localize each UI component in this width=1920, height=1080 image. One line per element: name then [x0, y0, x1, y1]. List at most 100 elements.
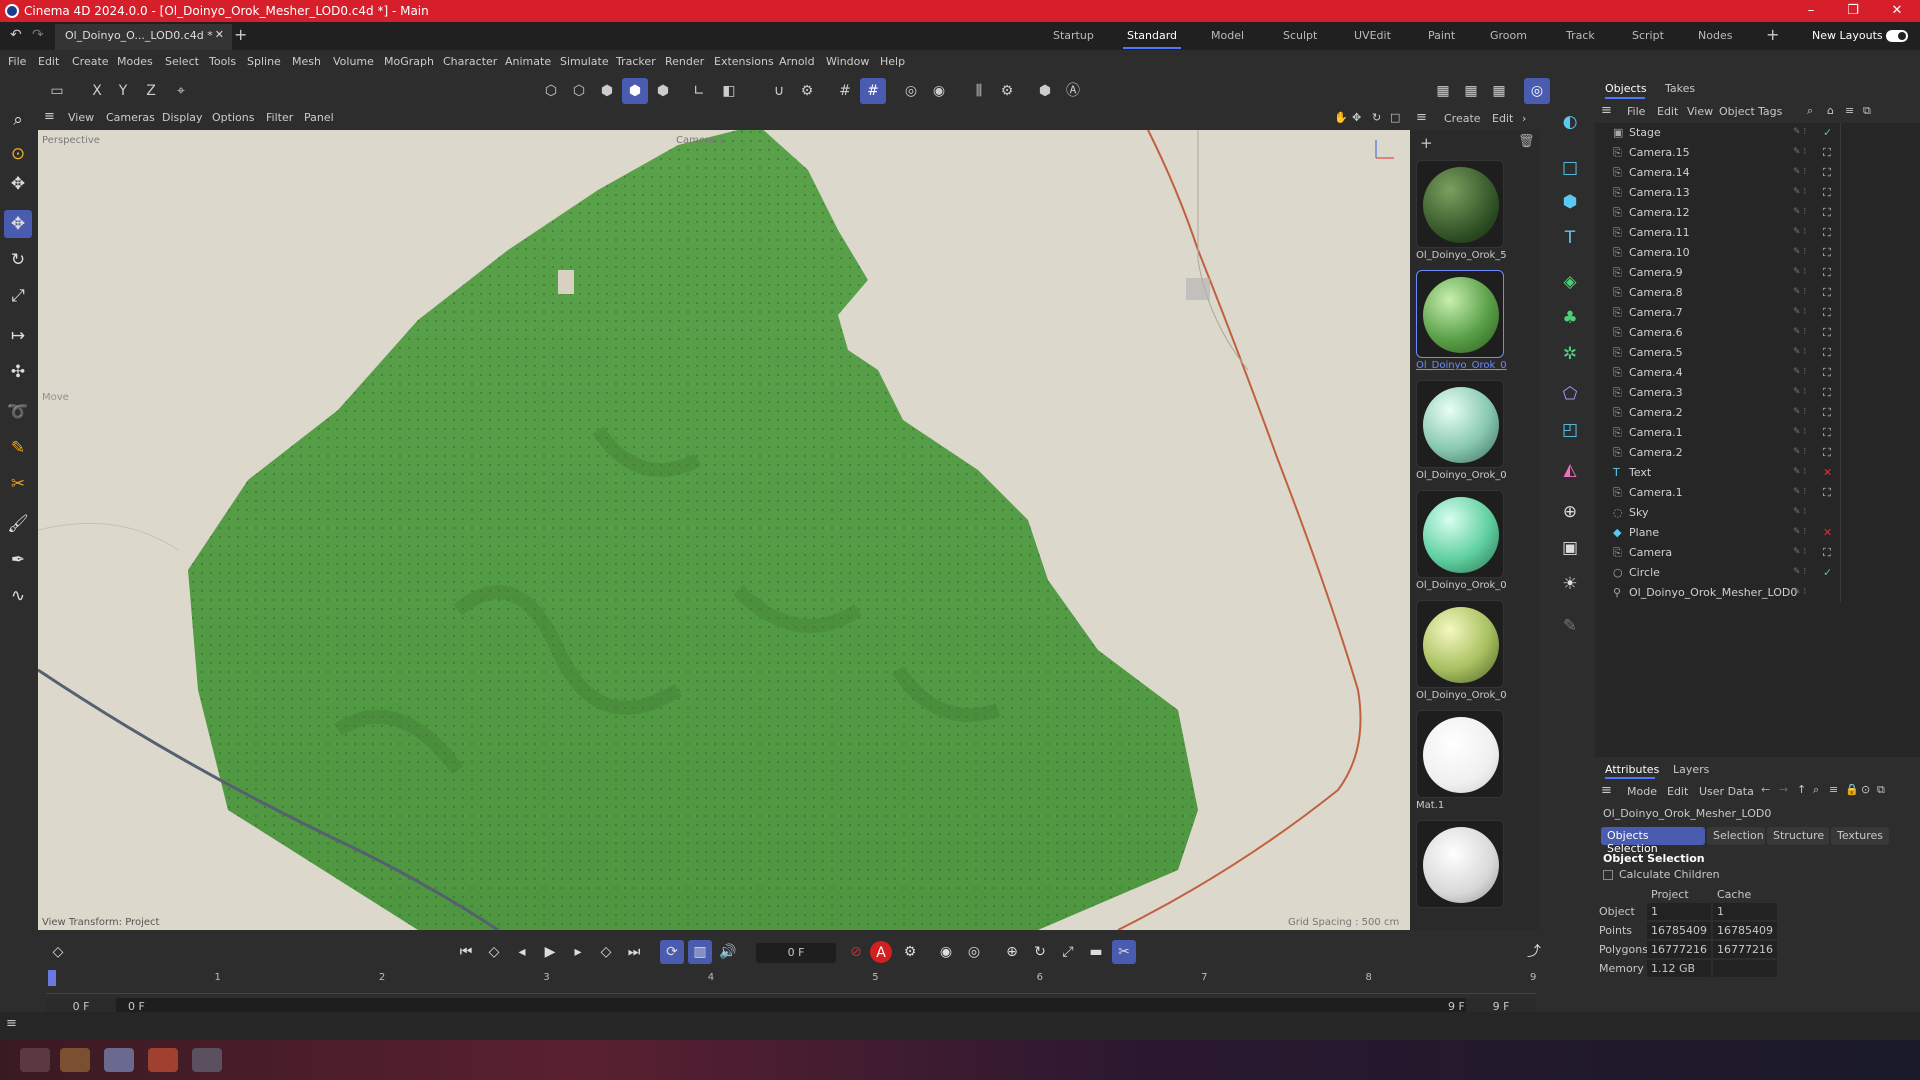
render-pv-icon[interactable]: ▦ — [1458, 78, 1484, 104]
object-tree-row[interactable]: ◆ Plane ✎ ⁝ ✕ — [1595, 523, 1920, 543]
snap-icon[interactable]: ∪ — [766, 78, 792, 104]
spline-tool-icon[interactable]: ✂ — [4, 470, 32, 498]
key-move-icon[interactable]: ⊕ — [1000, 940, 1024, 964]
lasso-icon[interactable]: ➰ — [4, 398, 32, 426]
taskbar-app-icon[interactable] — [60, 1048, 90, 1072]
taskbar-app-icon[interactable] — [20, 1048, 50, 1072]
material-item[interactable] — [1416, 820, 1506, 908]
cube-icon[interactable]: ⬢ — [1556, 188, 1584, 216]
object-tree-row[interactable]: ⎘ Camera.4 ✎ ⁝ ⛶ — [1595, 363, 1920, 383]
rotate-tool-icon[interactable]: ↻ — [4, 246, 32, 274]
visibility-dots-icon[interactable]: ✎ ⁝ — [1793, 387, 1806, 397]
visibility-dots-icon[interactable]: ✎ ⁝ — [1793, 347, 1806, 357]
pen-disabled-icon[interactable]: ✎ — [1556, 612, 1584, 640]
menu-window[interactable]: Window — [826, 55, 869, 68]
object-tree-row[interactable]: ⎘ Camera.9 ✎ ⁝ ⛶ — [1595, 263, 1920, 283]
material-hamburger-icon[interactable]: ≡ — [1416, 110, 1427, 125]
material-menu-create[interactable]: Create — [1444, 112, 1481, 125]
visibility-dots-icon[interactable]: ✎ ⁝ — [1793, 507, 1806, 517]
menu-edit[interactable]: Edit — [38, 55, 59, 68]
key-scale-icon[interactable]: ⤢ — [1056, 940, 1080, 964]
symmetry-icon[interactable]: ⫼ — [966, 78, 992, 104]
obj-menu-view[interactable]: View — [1687, 105, 1713, 118]
visibility-dots-icon[interactable]: ✎ ⁝ — [1793, 427, 1806, 437]
layout-standard[interactable]: Standard — [1122, 29, 1182, 49]
menu-render[interactable]: Render — [665, 55, 704, 68]
next-frame-icon[interactable]: ▸ — [566, 940, 590, 964]
previous-frame-icon[interactable]: ◂ — [510, 940, 534, 964]
visibility-dots-icon[interactable]: ✎ ⁝ — [1793, 567, 1806, 577]
tab-takes[interactable]: Takes — [1665, 82, 1695, 95]
lock-icon[interactable]: 🔒 — [1845, 783, 1859, 796]
symmetry-settings-icon[interactable]: ⚙ — [994, 78, 1020, 104]
viewport-menu-cameras[interactable]: Cameras — [106, 111, 155, 124]
rectangle-spline-icon[interactable]: □ — [1556, 154, 1584, 182]
add-tab-icon[interactable]: + — [234, 25, 247, 44]
material-item[interactable]: Ol_Doinyo_Orok_5 — [1416, 160, 1507, 261]
viewport-menu-display[interactable]: Display — [162, 111, 203, 124]
maximize-viewport-icon[interactable]: □ — [1390, 111, 1400, 124]
key-rotation-icon[interactable]: ◎ — [962, 940, 986, 964]
light-create-icon[interactable]: ☀ — [1556, 570, 1584, 598]
menu-arnold[interactable]: Arnold — [779, 55, 815, 68]
multi-tool-icon[interactable]: ✣ — [4, 358, 32, 386]
field-icon[interactable]: ◰ — [1556, 416, 1584, 444]
material-item[interactable]: Mat.1 — [1416, 710, 1506, 811]
dynamics-icon[interactable]: ◭ — [1556, 456, 1584, 484]
protection-tag-icon[interactable]: ⛶ — [1823, 306, 1831, 320]
subtab-textures[interactable]: Textures — [1831, 827, 1889, 845]
protection-tag-icon[interactable]: ⛶ — [1823, 266, 1831, 280]
viewport-menu-filter[interactable]: Filter — [266, 111, 293, 124]
coordinate-system-icon[interactable]: ⌖ — [168, 78, 194, 104]
visibility-dots-icon[interactable]: ✎ ⁝ — [1793, 127, 1806, 137]
arnold-icon[interactable]: Ⓐ — [1060, 78, 1086, 104]
polygons-mode-icon[interactable]: ⬢ — [594, 78, 620, 104]
text-spline-icon[interactable]: T — [1556, 224, 1584, 252]
tab-objects[interactable]: Objects — [1605, 82, 1647, 95]
axis-y-lock[interactable]: Y — [110, 78, 136, 104]
object-tree-row[interactable]: ⎘ Camera ✎ ⁝ ⛶ — [1595, 543, 1920, 563]
forward-icon[interactable]: → — [1779, 783, 1788, 796]
grid-snap-icon[interactable]: # — [860, 78, 886, 104]
layout-uvedit[interactable]: UVEdit — [1354, 29, 1391, 42]
3d-viewport[interactable]: Perspective Camera.1 Move View Transform… — [38, 130, 1410, 930]
chevron-right-icon[interactable]: › — [1522, 112, 1526, 125]
lasso-select-icon[interactable]: ◐ — [1556, 108, 1584, 136]
restore-icon[interactable]: ❐ — [1830, 0, 1876, 22]
model-mode-icon[interactable]: ▭ — [44, 78, 70, 104]
pan-icon[interactable]: ✋ — [1334, 111, 1348, 124]
protection-tag-icon[interactable]: ⛶ — [1823, 166, 1831, 180]
menu-volume[interactable]: Volume — [333, 55, 374, 68]
grid-icon[interactable]: # — [832, 78, 858, 104]
material-item[interactable]: Ol_Doinyo_Orok_0 — [1416, 490, 1507, 591]
key-rotate-icon[interactable]: ↻ — [1028, 940, 1052, 964]
loop-icon[interactable]: ⟳ — [660, 940, 684, 964]
menu-file[interactable]: File — [8, 55, 26, 68]
key-param-icon[interactable]: ▬ — [1084, 940, 1108, 964]
sketch-tool-icon[interactable]: ∿ — [4, 582, 32, 610]
protection-tag-icon[interactable]: ⛶ — [1823, 446, 1831, 460]
menu-mesh[interactable]: Mesh — [292, 55, 321, 68]
layout-script[interactable]: Script — [1632, 29, 1664, 42]
playback-rate-icon[interactable]: ▥ — [688, 940, 712, 964]
object-tree-row[interactable]: ⎘ Camera.1 ✎ ⁝ ⛶ — [1595, 423, 1920, 443]
object-tree-row[interactable]: T Text ✎ ⁝ ✕ — [1595, 463, 1920, 483]
record-target-icon[interactable]: ◎ — [898, 78, 924, 104]
layout-model[interactable]: Model — [1211, 29, 1244, 42]
move-tool-icon[interactable]: ✥ — [4, 210, 32, 238]
home-icon[interactable]: ⌂ — [1827, 104, 1834, 117]
subtab-structure[interactable]: Structure — [1767, 827, 1829, 845]
visibility-dots-icon[interactable]: ✎ ⁝ — [1793, 527, 1806, 537]
object-tree-row[interactable]: ⎘ Camera.10 ✎ ⁝ ⛶ — [1595, 243, 1920, 263]
current-frame-field[interactable]: 0 F — [756, 943, 836, 963]
taskbar-app-icon[interactable] — [104, 1048, 134, 1072]
obj-menu-object[interactable]: Object — [1719, 105, 1755, 118]
layout-paint[interactable]: Paint — [1428, 29, 1455, 42]
visibility-dots-icon[interactable]: ✎ ⁝ — [1793, 407, 1806, 417]
record-disabled-icon[interactable]: ⊘ — [844, 940, 868, 964]
object-tree-row[interactable]: ⎘ Camera.8 ✎ ⁝ ⛶ — [1595, 283, 1920, 303]
layout-track[interactable]: Track — [1566, 29, 1595, 42]
keyframe-icon[interactable]: ◇ — [46, 940, 70, 964]
subtab-objects-selection[interactable]: Objects Selection — [1601, 827, 1705, 855]
object-tree-row[interactable]: ⎘ Camera.7 ✎ ⁝ ⛶ — [1595, 303, 1920, 323]
